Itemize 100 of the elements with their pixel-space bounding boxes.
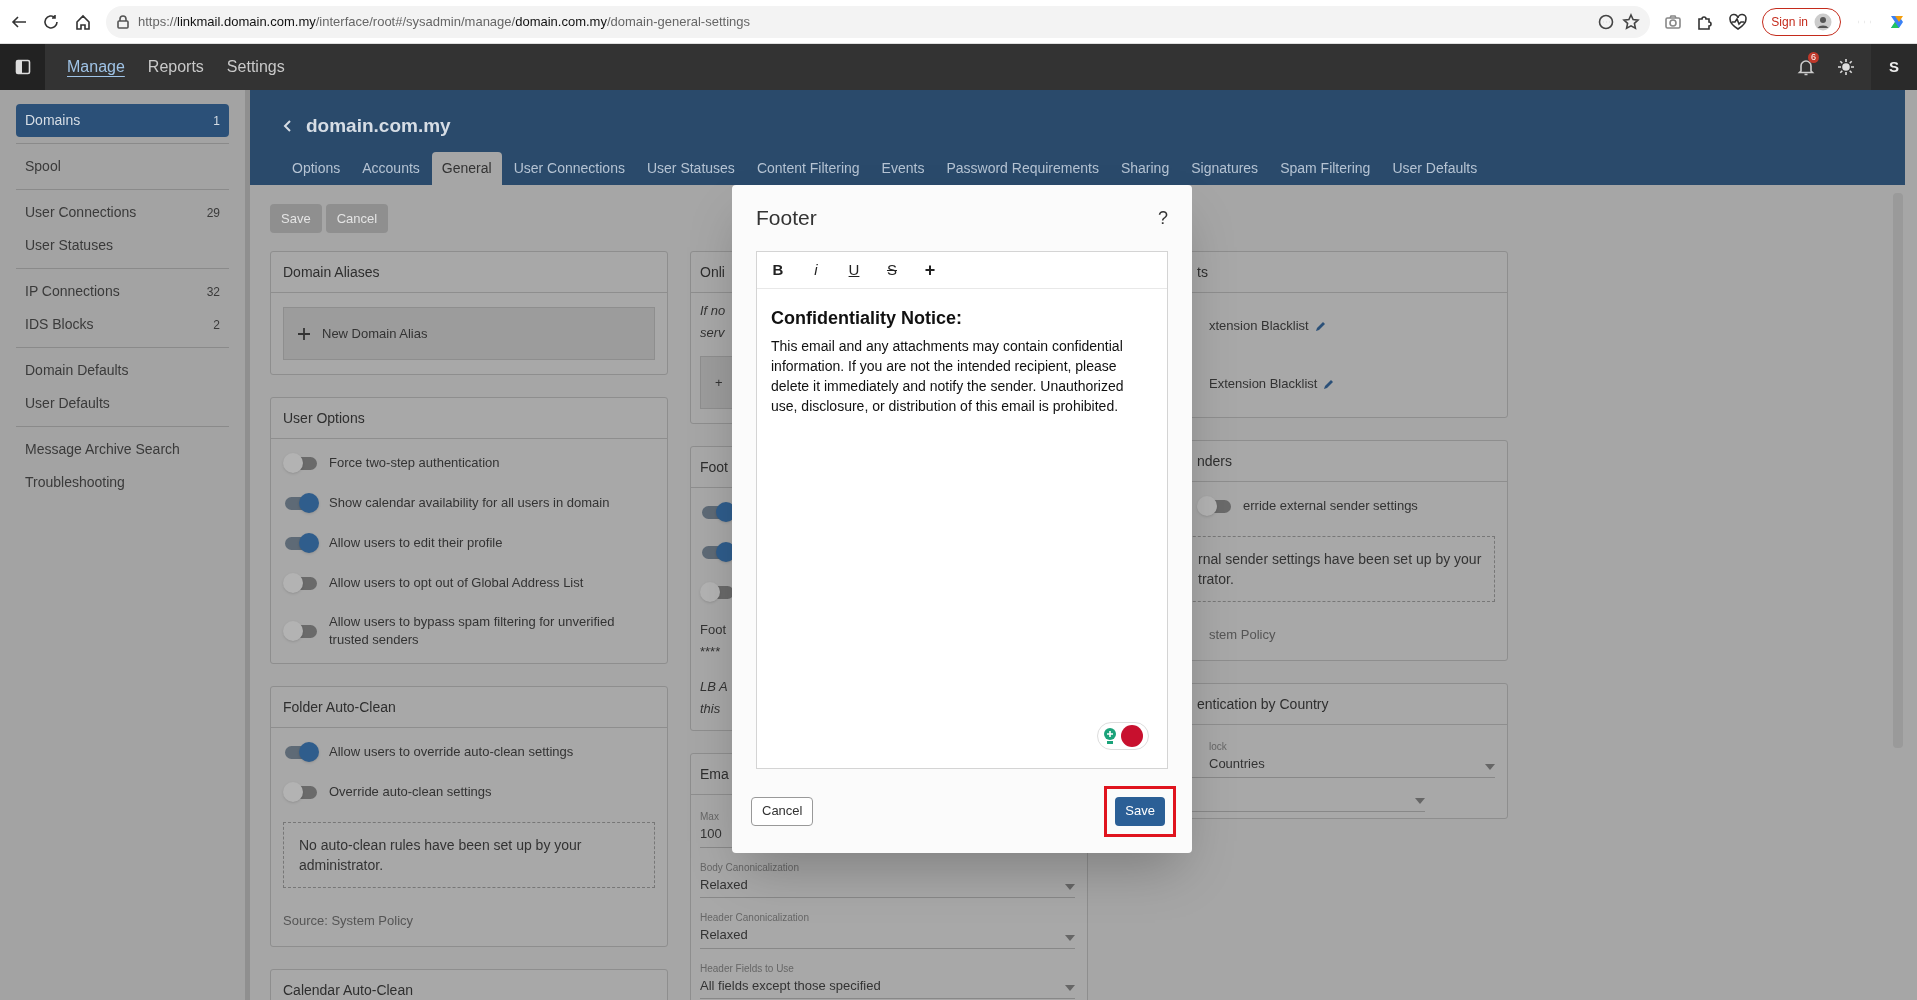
tab[interactable]: Signatures [1181, 152, 1269, 185]
notification-badge: 6 [1808, 52, 1819, 63]
text-fragment: LB A [700, 678, 728, 696]
tab[interactable]: User Connections [503, 152, 635, 185]
nav-tab[interactable]: Manage [67, 55, 125, 79]
format-button[interactable]: + [915, 257, 945, 283]
text-fragment: Foot [700, 621, 726, 639]
note-text: No auto-clean rules have been set up by your administrator. [299, 836, 583, 875]
back-chevron-icon[interactable] [282, 118, 292, 133]
toggle-switch[interactable] [283, 621, 319, 641]
sidebar-toggle-icon[interactable] [14, 59, 31, 75]
field-label: Max [700, 810, 719, 824]
list-link[interactable]: xtension Blacklist [1209, 316, 1309, 336]
sun-icon[interactable] [1837, 58, 1855, 76]
tab[interactable]: User Statuses [636, 152, 745, 185]
sidebar-item[interactable]: Spool [16, 150, 229, 183]
card-title: Calendar Auto-Clean [283, 981, 413, 1000]
nav-tab[interactable]: Settings [226, 55, 285, 79]
select-field[interactable]: Header Canonicalization Relaxed [700, 910, 1075, 949]
toggle-switch[interactable] [283, 453, 319, 473]
field-label: Header Canonicalization [700, 911, 809, 925]
toggle-label: Show calendar availability for all users in domain [329, 494, 610, 512]
tab[interactable]: Password Requirements [936, 152, 1109, 185]
sidebar-item[interactable]: Domain Defaults [16, 354, 229, 387]
toggle-label: Force two-step authentication [329, 454, 500, 472]
toggle-switch[interactable] [283, 573, 319, 593]
count-label: 2 [213, 316, 220, 334]
url-text: https://linkmail.domain.com.my/interface/root#/sysadmin/manage/domain.com.my/domain-general-settings [138, 12, 750, 31]
pencil-icon[interactable] [1314, 320, 1327, 332]
address-bar[interactable]: https://linkmail.domain.com.my/interface/root#/sysadmin/manage/domain.com.my/domain-general-settings [106, 5, 1651, 38]
tab[interactable]: Accounts [352, 152, 430, 185]
notice-heading: Confidentiality Notice: [771, 307, 963, 330]
toggle-switch[interactable] [283, 533, 319, 553]
sidebar-item[interactable]: Message Archive Search [16, 433, 229, 466]
format-button[interactable]: i [801, 257, 831, 283]
toggle-switch[interactable] [1197, 496, 1233, 516]
help-button[interactable]: ? [1158, 204, 1168, 232]
tab[interactable]: Events [871, 152, 935, 185]
caret-icon[interactable] [1065, 934, 1075, 941]
heart-pulse-icon[interactable] [1728, 12, 1749, 31]
sidebar-item[interactable]: User Connections 29 [16, 196, 229, 229]
editor-box[interactable] [756, 251, 1168, 769]
select-field[interactable]: Body Canonicalization Relaxed [700, 859, 1075, 898]
sidebar-item[interactable]: IP Connections 32 [16, 275, 229, 308]
tab[interactable]: General [431, 152, 502, 185]
field-value: Relaxed [700, 926, 749, 944]
toggle-label: Allow users to override auto-clean settings [329, 743, 574, 761]
card-title: Ema [700, 764, 729, 784]
sidebar-item[interactable]: User Statuses [16, 229, 229, 262]
list-link[interactable]: Extension Blacklist [1209, 374, 1318, 394]
toggle-switch[interactable] [283, 493, 319, 513]
count-label: 32 [206, 283, 220, 301]
toggle-switch[interactable] [283, 782, 319, 802]
format-button[interactable]: S [877, 257, 907, 283]
notice-text: This email and any attachments may contain confidential information. If you are not the intended recipient, please delete it immediately and notify the sender. Unauthorized use, disclosure, or distribution of this email is prohibited. [771, 337, 1125, 416]
toggle-label: Allow users to edit their profile [329, 534, 503, 552]
tab[interactable]: Content Filtering [746, 152, 870, 185]
sidebar-item[interactable]: User Defaults [16, 387, 229, 420]
tab[interactable]: Options [282, 152, 351, 185]
user-avatar[interactable]: S [1871, 44, 1917, 90]
camera-icon[interactable] [1664, 12, 1683, 31]
tab[interactable]: Sharing [1110, 152, 1180, 185]
format-button[interactable]: U [839, 257, 869, 283]
home-icon[interactable] [74, 12, 92, 31]
sidebar-item[interactable]: Troubleshooting [16, 466, 229, 499]
tab[interactable]: User Defaults [1382, 152, 1488, 185]
lock-icon[interactable] [116, 14, 130, 29]
nav-tab[interactable]: Reports [147, 55, 204, 79]
reader-icon[interactable] [1598, 13, 1615, 30]
lightbulb-icon[interactable] [1102, 726, 1118, 746]
cancel-button[interactable]: Cancel [751, 796, 814, 826]
field-label: Header Fields to Use [700, 961, 795, 976]
sidebar-item[interactable]: Domains 1 [16, 104, 229, 137]
caret-icon[interactable] [1065, 884, 1075, 890]
caret-icon[interactable] [1485, 763, 1495, 770]
toggle-label: erride external sender settings [1243, 497, 1418, 515]
save-button[interactable]: Save [1115, 796, 1165, 826]
dot-icon[interactable] [1120, 724, 1144, 748]
add-button[interactable]: New Domain Alias [283, 307, 655, 360]
toggle-label: Allow users to opt out of Global Address List [329, 574, 584, 592]
field-label: lock [1209, 740, 1228, 754]
card-title: Foot [700, 457, 728, 477]
refresh-icon[interactable] [42, 12, 60, 31]
toggle-label: Allow users to bypass spam filtering for unverified trusted senders [329, 613, 616, 649]
star-icon[interactable] [1622, 12, 1641, 31]
sidebar-item[interactable]: IDS Blocks 2 [16, 308, 229, 341]
bell-icon[interactable] [1797, 58, 1815, 76]
card-title: Folder Auto-Clean [283, 697, 396, 717]
field-value: 100 [700, 825, 722, 843]
note-text: rnal sender settings have been set up by your trator. [1198, 550, 1483, 589]
caret-icon[interactable] [1415, 797, 1425, 804]
select-field[interactable]: Header Fields to Use All fields except those specified [700, 960, 1075, 999]
avatar-icon[interactable] [1814, 12, 1832, 31]
tab[interactable]: Spam Filtering [1270, 152, 1381, 185]
field-value: Relaxed [700, 875, 749, 894]
caret-icon[interactable] [1065, 985, 1075, 991]
format-button[interactable]: B [763, 257, 793, 283]
pencil-icon[interactable] [1323, 378, 1336, 390]
toggle-switch[interactable] [283, 742, 319, 762]
plus-icon[interactable] [298, 327, 310, 340]
